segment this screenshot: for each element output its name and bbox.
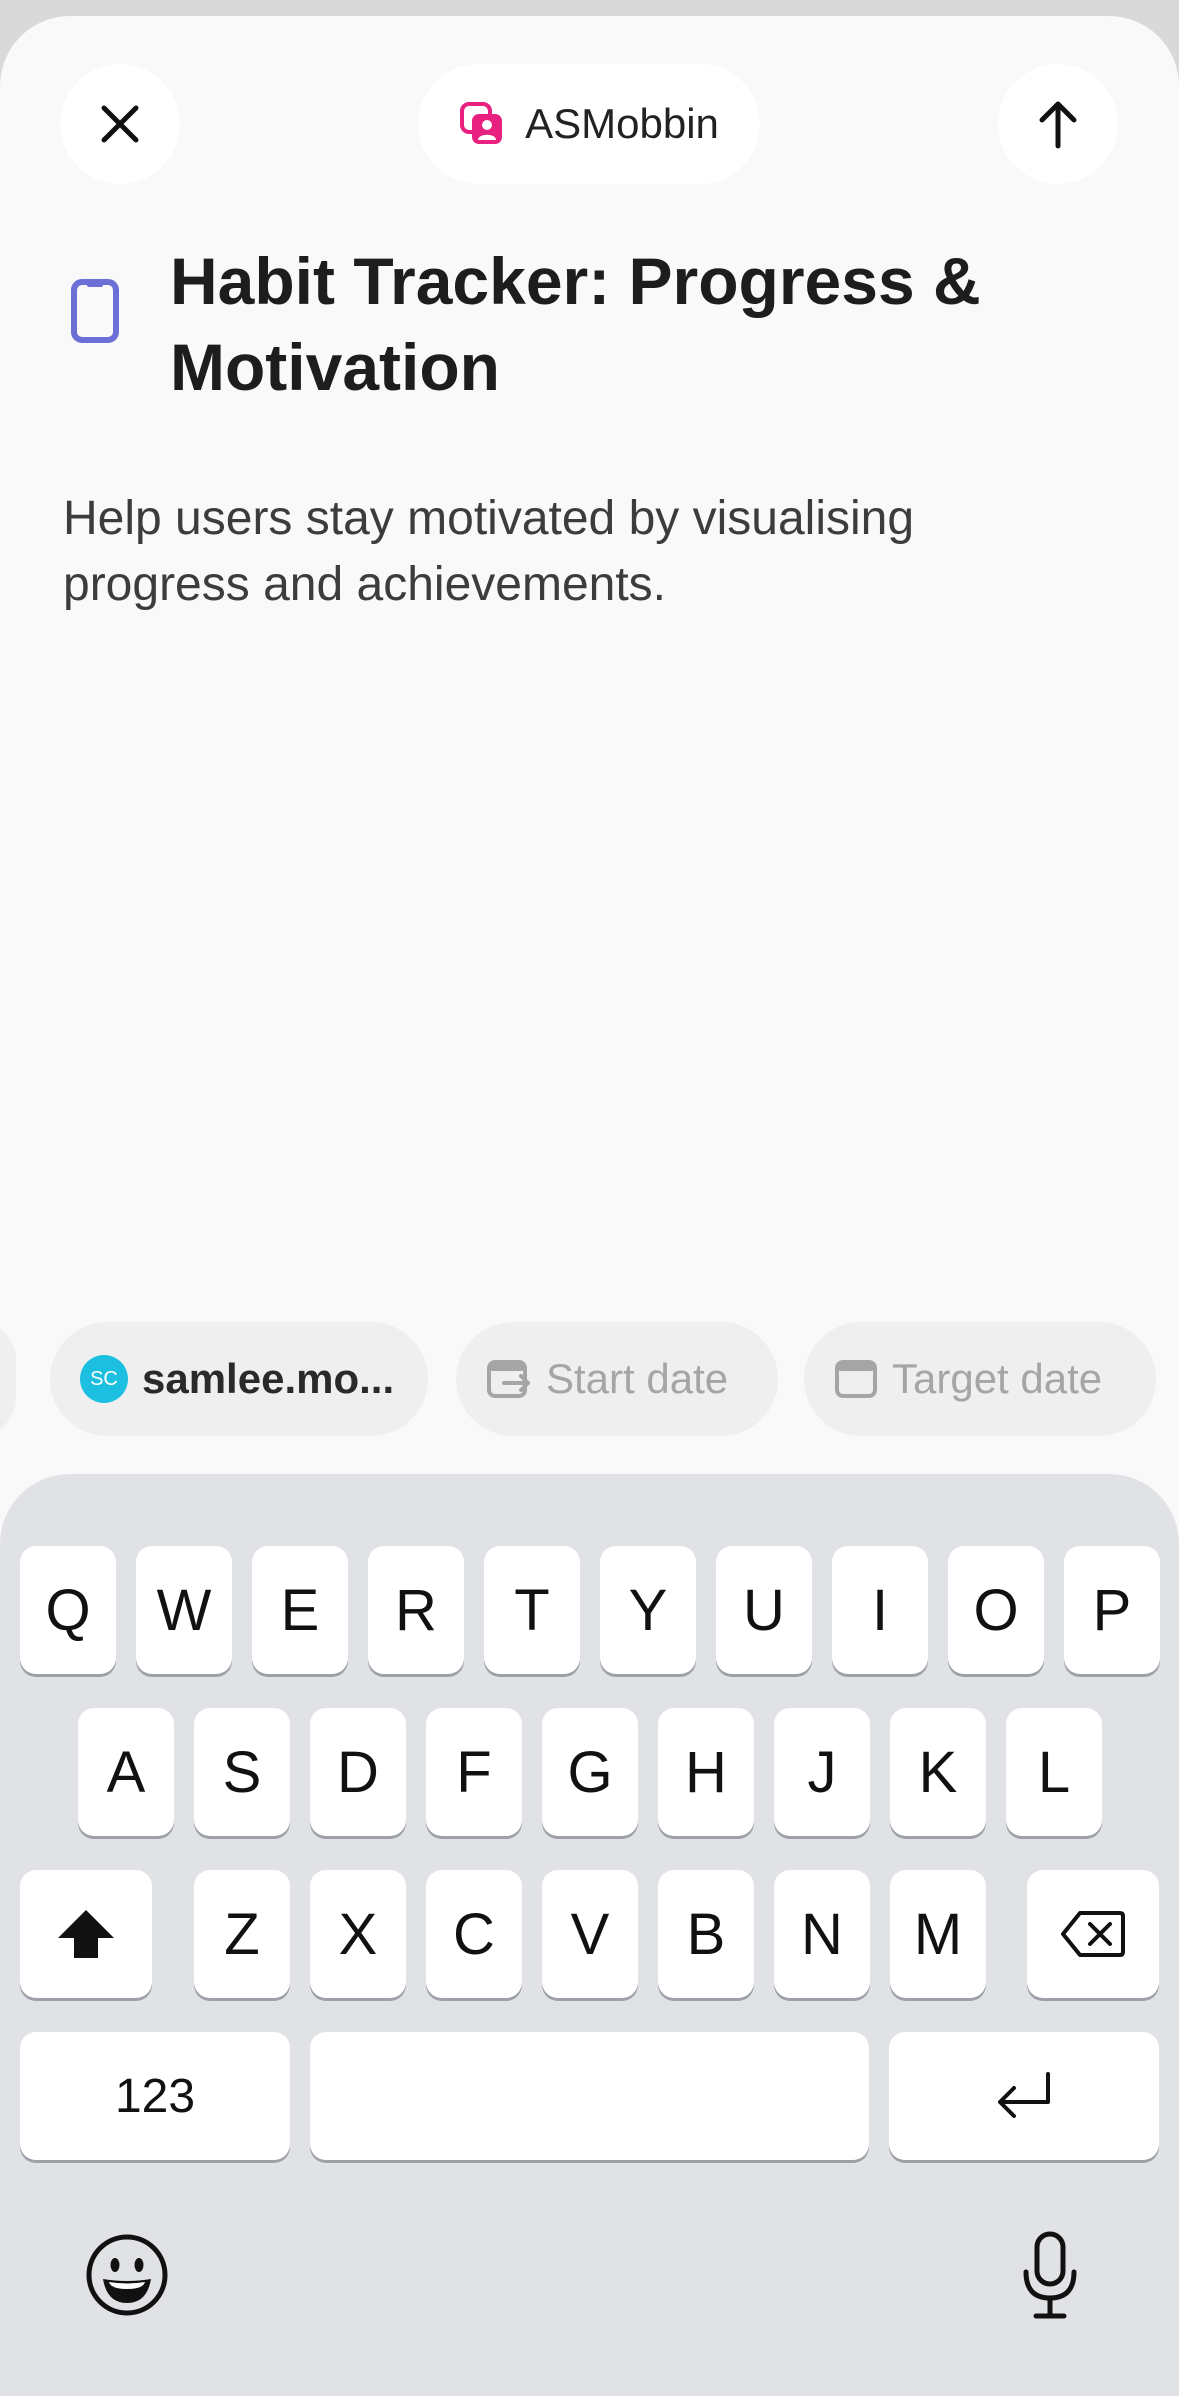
- microphone-icon: [1023, 2231, 1077, 2319]
- key-y[interactable]: Y: [600, 1546, 696, 1674]
- keyboard: Q W E R T Y U I O P A S D F G H J K L Z …: [0, 1474, 1179, 2396]
- target-date-chip[interactable]: Target date: [804, 1322, 1156, 1436]
- avatar: SC: [80, 1355, 128, 1403]
- key-a[interactable]: A: [78, 1708, 174, 1836]
- return-key[interactable]: [889, 2032, 1159, 2160]
- numbers-key[interactable]: 123: [20, 2032, 290, 2160]
- start-date-icon: [487, 1360, 530, 1398]
- workspace-icon: [460, 102, 503, 144]
- key-e[interactable]: E: [252, 1546, 348, 1674]
- workspace-selector[interactable]: ASMobbin: [418, 64, 760, 184]
- key-x[interactable]: X: [310, 1870, 406, 1998]
- key-k[interactable]: K: [890, 1708, 986, 1836]
- submit-button[interactable]: [998, 64, 1118, 184]
- close-icon: [101, 105, 139, 143]
- key-j[interactable]: J: [774, 1708, 870, 1836]
- key-q[interactable]: Q: [20, 1546, 116, 1674]
- start-date-label: Start date: [546, 1355, 729, 1402]
- key-p[interactable]: P: [1064, 1546, 1160, 1674]
- key-g[interactable]: G: [542, 1708, 638, 1836]
- space-key[interactable]: [310, 2032, 869, 2160]
- arrow-up-icon: [1039, 101, 1077, 149]
- emoji-button[interactable]: [82, 2230, 172, 2320]
- start-date-chip[interactable]: Start date: [456, 1322, 778, 1436]
- workspace-name: ASMobbin: [525, 100, 719, 147]
- key-n[interactable]: N: [774, 1870, 870, 1998]
- close-button[interactable]: [60, 64, 180, 184]
- key-z[interactable]: Z: [194, 1870, 290, 1998]
- shift-key[interactable]: [20, 1870, 152, 1998]
- key-t[interactable]: T: [484, 1546, 580, 1674]
- key-s[interactable]: S: [194, 1708, 290, 1836]
- calendar-icon: [835, 1360, 877, 1398]
- key-i[interactable]: I: [832, 1546, 928, 1674]
- key-h[interactable]: H: [658, 1708, 754, 1836]
- delete-key[interactable]: [1027, 1870, 1159, 1998]
- key-o[interactable]: O: [948, 1546, 1044, 1674]
- key-u[interactable]: U: [716, 1546, 812, 1674]
- shift-icon: [58, 1910, 114, 1958]
- key-d[interactable]: D: [310, 1708, 406, 1836]
- key-b[interactable]: B: [658, 1870, 754, 1998]
- key-c[interactable]: C: [426, 1870, 522, 1998]
- phone-icon: [70, 278, 120, 349]
- assignee-label: samlee.mo...: [142, 1355, 395, 1402]
- delete-icon: [1061, 1911, 1125, 1957]
- return-icon: [998, 2072, 1050, 2118]
- project-title[interactable]: Habit Tracker: Progress & Motivation: [170, 238, 1090, 410]
- assignee-chip[interactable]: SC samlee.mo...: [50, 1322, 428, 1436]
- target-date-label: Target date: [892, 1355, 1103, 1402]
- key-f[interactable]: F: [426, 1708, 522, 1836]
- key-w[interactable]: W: [136, 1546, 232, 1674]
- key-m[interactable]: M: [890, 1870, 986, 1998]
- chip-partial[interactable]: [0, 1322, 16, 1436]
- key-l[interactable]: L: [1006, 1708, 1102, 1836]
- dictation-button[interactable]: [1010, 2226, 1090, 2326]
- key-r[interactable]: R: [368, 1546, 464, 1674]
- key-v[interactable]: V: [542, 1870, 638, 1998]
- project-description[interactable]: Help users stay motivated by visualising…: [63, 486, 1103, 618]
- emoji-icon: [86, 2234, 168, 2316]
